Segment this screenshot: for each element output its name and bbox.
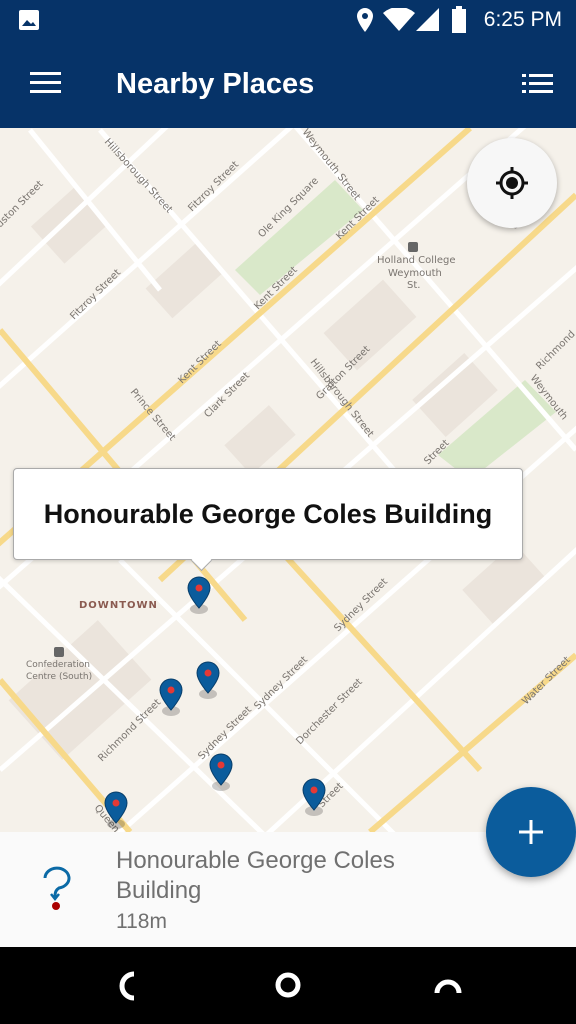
map-callout[interactable]: Honourable George Coles Building	[13, 468, 523, 560]
place-marker[interactable]	[186, 576, 212, 614]
place-marker[interactable]	[195, 661, 221, 699]
place-name: Honourable George Coles Building	[116, 847, 395, 904]
status-bar: 6:25 PM	[0, 0, 576, 40]
signal-icon	[416, 8, 439, 31]
map-label: Sydney Street	[252, 654, 310, 712]
map-label: DOWNTOWN	[79, 600, 158, 611]
wifi-icon	[383, 8, 415, 31]
image-icon	[19, 10, 39, 30]
hamburger-menu-icon[interactable]	[30, 72, 61, 94]
map-label: Fitzroy Street	[68, 267, 123, 322]
home-icon[interactable]	[274, 971, 302, 999]
map-label: Richmond	[534, 329, 576, 372]
clock: 6:25 PM	[483, 8, 562, 31]
location-icon	[357, 8, 373, 32]
my-location-button[interactable]	[467, 138, 557, 228]
place-marker[interactable]	[301, 778, 327, 816]
app-bar: Nearby Places	[0, 40, 576, 128]
map-label: Clark Street	[202, 370, 252, 420]
add-place-button[interactable]	[486, 787, 576, 877]
place-marker[interactable]	[158, 678, 184, 716]
question-mark-icon	[43, 866, 71, 910]
map-label: Centre (South)	[26, 672, 92, 682]
map-label: Dorchester Street	[294, 677, 365, 748]
place-marker[interactable]	[208, 753, 234, 791]
recents-icon[interactable]	[433, 975, 463, 995]
place-distance: 118m	[116, 910, 167, 933]
map-label: Sydney Street	[332, 576, 390, 634]
page-title: Nearby Places	[116, 68, 315, 100]
map-label: Kent Street	[176, 339, 223, 386]
navigation-bar	[0, 947, 576, 1024]
map-label: Confederation	[26, 660, 90, 670]
my-location-icon	[496, 167, 528, 199]
list-view-icon[interactable]	[522, 74, 553, 94]
plus-icon	[519, 820, 543, 844]
place-marker[interactable]	[103, 791, 129, 829]
battery-icon	[452, 6, 466, 33]
map-label: St.	[407, 280, 420, 291]
map-label: Water Street	[520, 655, 572, 707]
map-label: Weymouth	[388, 268, 442, 279]
map-label: Holland College	[377, 255, 456, 266]
back-icon[interactable]	[112, 971, 138, 1001]
map-label: Fitzroy Street	[186, 159, 241, 214]
callout-title: Honourable George Coles Building	[43, 499, 493, 529]
